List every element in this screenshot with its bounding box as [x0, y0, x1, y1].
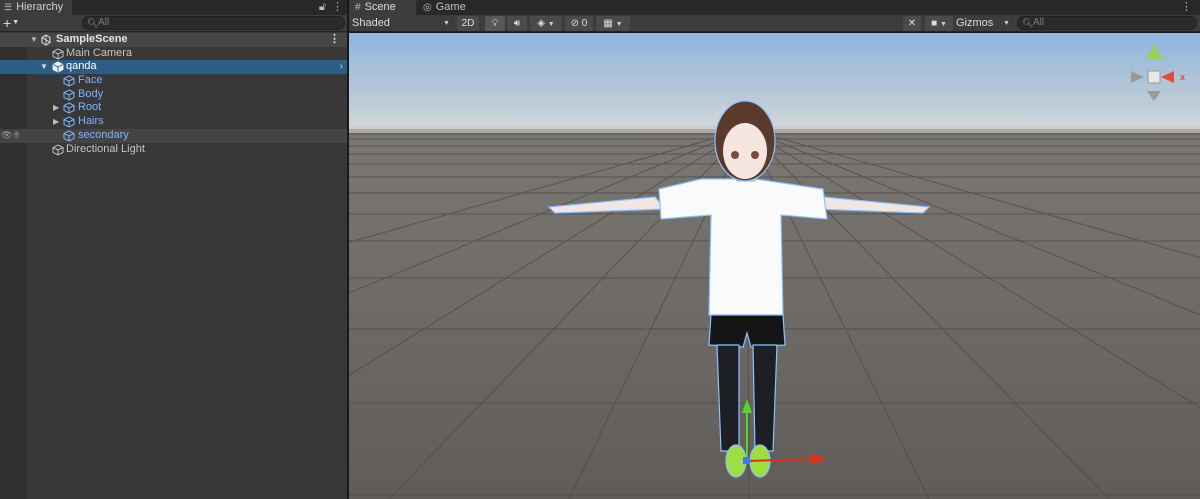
- search-icon: 🔍︎: [87, 18, 99, 28]
- hierarchy-panel: ☰ Hierarchy 🔓︎ ⋮ + ▼ 🔍︎ All ▼ SampleScen…: [0, 0, 347, 499]
- scene-panel: # Scene ◎ Game ⋮ Shaded ▼ 2D 💡︎ 🔊︎ ◈ ▼ ⊘…: [349, 0, 1200, 499]
- prefab-cube-icon: [63, 102, 75, 114]
- draw-mode-dropdown[interactable]: Shaded ▼: [352, 15, 452, 32]
- tree-label: secondary: [78, 128, 129, 141]
- list-icon: ☰: [4, 2, 13, 12]
- gizmos-dropdown[interactable]: Gizmos ▼: [956, 15, 1014, 32]
- hierarchy-tree: ▼ SampleScene ⋮ Main Camera ▼ qanda › Fa…: [0, 33, 347, 499]
- wrench-cross-icon: ✕: [907, 18, 917, 29]
- speaker-icon: 🔊︎: [513, 18, 521, 29]
- chevron-down-icon: ▼: [1003, 20, 1010, 27]
- lock-icon[interactable]: 🔓︎: [319, 0, 326, 14]
- audio-toggle-button[interactable]: 🔊︎: [507, 16, 527, 31]
- camera-settings-button[interactable]: ■ ▼: [925, 16, 953, 31]
- tree-row-qanda[interactable]: ▼ qanda ›: [0, 60, 347, 75]
- axis-y-label: y: [1151, 41, 1157, 51]
- tree-label: Hairs: [78, 115, 104, 128]
- toggle-2d-button[interactable]: 2D: [457, 16, 479, 31]
- gamepad-icon: ◎: [423, 2, 432, 13]
- projection-text: Persp: [1159, 115, 1186, 126]
- prefab-cube-icon: [63, 130, 75, 142]
- grid-dropdown-button[interactable]: ▦ ▼: [596, 16, 630, 31]
- projection-label[interactable]: ‹ Persp: [1154, 115, 1186, 126]
- search-placeholder: All: [1033, 17, 1045, 28]
- chevron-left-icon: ‹: [1153, 115, 1158, 126]
- prefab-cube-icon: [52, 61, 64, 73]
- search-placeholder: All: [98, 17, 110, 28]
- chevron-down-icon: ▼: [443, 20, 450, 27]
- tree-label: SampleScene: [56, 33, 128, 45]
- kebab-menu-icon[interactable]: ⋮: [329, 33, 340, 47]
- tree-row-directional-light[interactable]: Directional Light: [0, 143, 347, 157]
- tab-game[interactable]: ◎ Game: [417, 0, 477, 15]
- chevron-down-icon: ▼: [12, 19, 20, 26]
- tools-button[interactable]: ✕: [903, 16, 921, 31]
- tree-row-samplescene[interactable]: ▼ SampleScene ⋮: [0, 33, 347, 47]
- expand-arrow-icon[interactable]: ▼: [30, 33, 38, 47]
- camera-icon: ■: [931, 18, 938, 29]
- scene-render: [349, 33, 1200, 499]
- tree-row-body[interactable]: Body: [0, 88, 347, 102]
- hierarchy-toolbar: + ▼ 🔍︎ All: [0, 15, 347, 32]
- scene-tab-label: Scene: [364, 1, 396, 13]
- kebab-menu-icon[interactable]: ⋮: [1181, 0, 1192, 14]
- hierarchy-tabbar: ☰ Hierarchy 🔓︎ ⋮: [0, 0, 347, 15]
- scene-tabbar: # Scene ◎ Game ⋮: [349, 0, 1200, 15]
- tree-row-main-camera[interactable]: Main Camera: [0, 47, 347, 61]
- chevron-down-icon: ▼: [615, 21, 623, 28]
- scene-viewport[interactable]: y x ‹ Persp: [349, 33, 1200, 499]
- tree-label: Body: [78, 87, 104, 100]
- hierarchy-search-input[interactable]: 🔍︎ All: [82, 16, 345, 30]
- hierarchy-tab-label: Hierarchy: [16, 1, 64, 13]
- eye-slash-icon: ⊘: [570, 18, 580, 29]
- tree-label: Face: [78, 74, 103, 87]
- search-icon: 🔍︎: [1022, 18, 1034, 28]
- gameobject-cube-icon: [52, 48, 64, 60]
- unity-scene-icon: [41, 34, 51, 46]
- prefab-cube-icon: [63, 116, 75, 128]
- tree-row-secondary[interactable]: 👁︎ ✋︎ secondary: [0, 128, 347, 143]
- gameobject-cube-icon: [52, 143, 64, 156]
- hidden-objects-toggle[interactable]: ⊘ 0: [565, 16, 593, 31]
- kebab-menu-icon[interactable]: ⋮: [332, 0, 343, 14]
- tree-label: qanda: [66, 60, 97, 73]
- lightbulb-icon: 💡︎: [491, 18, 499, 29]
- prefab-cube-icon: [63, 75, 75, 87]
- tree-label: Directional Light: [66, 142, 145, 155]
- expand-arrow-icon[interactable]: ▼: [40, 60, 48, 74]
- layers-icon: ◈: [537, 18, 545, 29]
- grid-icon: #: [355, 2, 361, 13]
- tree-row-face[interactable]: Face: [0, 74, 347, 88]
- chevron-down-icon: ▼: [547, 21, 555, 28]
- chevron-down-icon: ▼: [939, 21, 947, 28]
- chevron-right-icon[interactable]: ›: [340, 60, 343, 74]
- scene-toolbar: Shaded ▼ 2D 💡︎ 🔊︎ ◈ ▼ ⊘ 0 ▦ ▼ ✕ ■ ▼ Gizm…: [349, 15, 1200, 32]
- expand-arrow-icon[interactable]: ▶: [53, 101, 59, 115]
- draw-mode-label: Shaded: [352, 17, 390, 29]
- prefab-cube-icon: [63, 89, 75, 101]
- tree-label: Main Camera: [66, 46, 133, 59]
- axis-x-label: x: [1179, 72, 1185, 82]
- effects-dropdown-button[interactable]: ◈ ▼: [530, 16, 562, 31]
- expand-arrow-icon[interactable]: ▶: [53, 115, 59, 129]
- toggle-2d-label: 2D: [461, 18, 475, 29]
- scene-search-input[interactable]: 🔍︎ All: [1017, 16, 1197, 30]
- hierarchy-tab-controls: 🔓︎ ⋮: [319, 0, 343, 14]
- hidden-count: 0: [581, 18, 588, 29]
- lighting-toggle-button[interactable]: 💡︎: [485, 16, 505, 31]
- tree-label: Root: [78, 101, 102, 114]
- tree-row-root[interactable]: ▶ Root: [0, 101, 347, 115]
- visibility-eye-icon[interactable]: 👁︎: [1, 129, 12, 143]
- tab-scene[interactable]: # Scene: [349, 0, 416, 15]
- tab-hierarchy[interactable]: ☰ Hierarchy: [0, 0, 72, 15]
- game-tab-label: Game: [435, 1, 466, 13]
- gizmos-label: Gizmos: [956, 17, 994, 29]
- create-button[interactable]: + ▼: [3, 16, 29, 30]
- grid-snap-icon: ▦: [603, 18, 613, 29]
- tree-row-hairs[interactable]: ▶ Hairs: [0, 115, 347, 129]
- pickable-hand-icon[interactable]: ✋︎: [14, 129, 19, 143]
- plus-icon: +: [3, 15, 12, 31]
